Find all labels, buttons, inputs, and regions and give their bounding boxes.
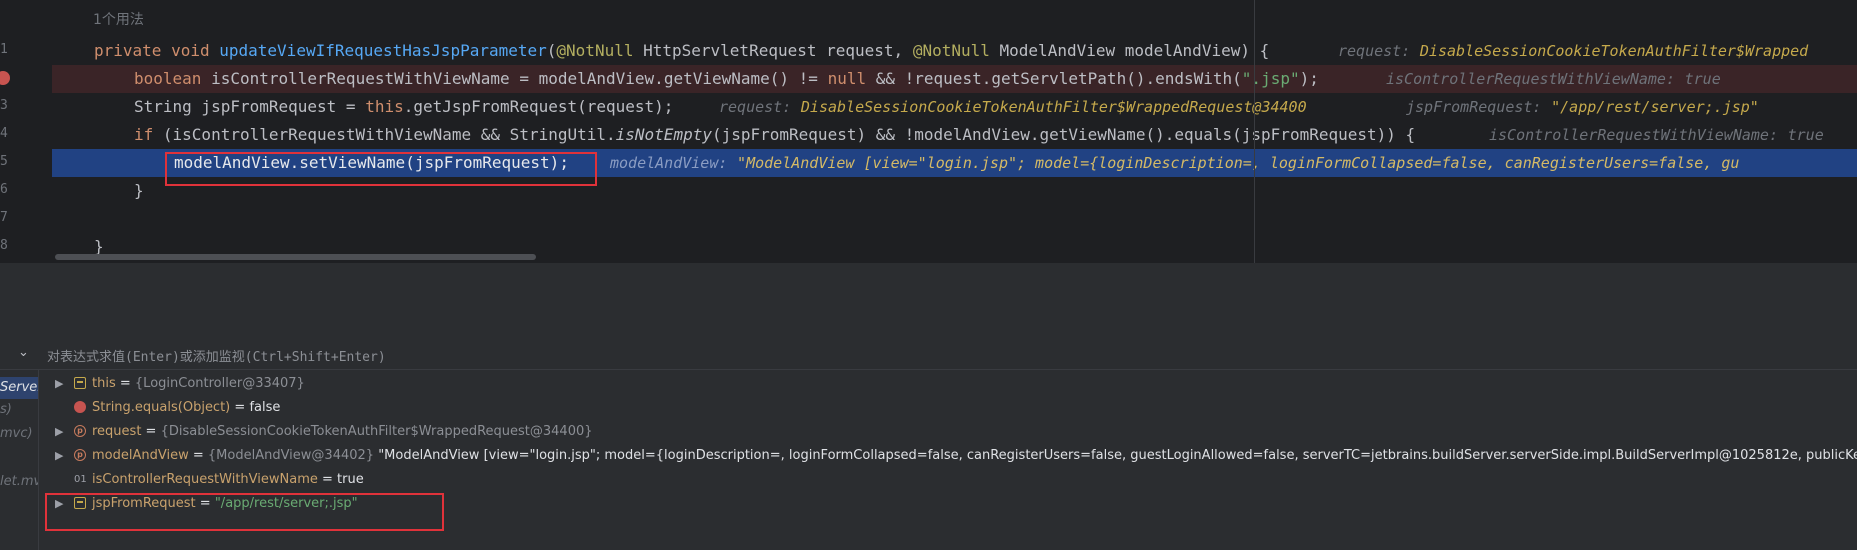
code-text: (isControllerRequestWithViewName && Stri…	[153, 125, 616, 144]
horizontal-scrollbar[interactable]	[55, 254, 536, 260]
code-text: HttpServletRequest request,	[633, 41, 913, 60]
code-text: ModelAndView modelAndView) {	[989, 41, 1270, 60]
line-number: 8	[0, 238, 8, 253]
keyword: if	[134, 125, 154, 144]
usage-hint[interactable]: 1个用法	[93, 9, 144, 29]
method-return-icon	[74, 401, 86, 413]
variable-row-iscontrollerrequestwithviewname[interactable]: 01 isControllerRequestWithViewName = tru…	[39, 468, 1857, 492]
local-variable-icon: 01	[74, 474, 87, 485]
keyword: private	[94, 41, 162, 60]
variable-name: request	[92, 424, 142, 439]
inline-debug-hint-value: true	[1787, 126, 1824, 144]
static-method-call: isNotEmpty	[615, 125, 712, 144]
annotation: @NotNull	[912, 41, 990, 60]
evaluate-expression-bar[interactable]: ⌄ 对表达式求值(Enter)或添加监视(Ctrl+Shift+Enter)	[0, 339, 1857, 370]
code-text: (jspFromRequest) && !modelAndView.getVie…	[711, 125, 1416, 144]
inline-debug-hint-value: true	[1684, 70, 1721, 88]
code-text: isControllerRequestWithViewName = modelA…	[201, 69, 828, 88]
frame-item[interactable]: s)	[0, 402, 12, 417]
breakpoint-icon[interactable]	[0, 71, 10, 85]
variable-name: modelAndView	[92, 448, 189, 463]
frames-list[interactable]: Server s) mvc) let.mv	[0, 370, 39, 550]
field-icon	[74, 377, 86, 389]
keyword: this	[365, 97, 404, 116]
highlight-box	[165, 152, 597, 186]
line-number: 3	[0, 98, 8, 113]
highlight-box	[45, 493, 444, 531]
method-name: updateViewIfRequestHasJspParameter	[219, 41, 547, 60]
variable-name: this	[92, 376, 116, 391]
inline-debug-hint-label: modelAndView:	[610, 154, 728, 172]
code-text: (	[546, 41, 557, 60]
variable-name: String.equals(Object)	[92, 400, 231, 415]
expand-arrow-icon[interactable]: ▶	[55, 420, 63, 444]
editor-gutter[interactable]: 1 3 4 5 6 7 8	[0, 0, 52, 263]
expand-arrow-icon[interactable]: ▶	[55, 444, 63, 468]
frame-item[interactable]: mvc)	[0, 426, 33, 441]
variable-row-method-return[interactable]: String.equals(Object) = false	[39, 396, 1857, 420]
frame-item[interactable]: let.mv	[0, 474, 38, 489]
inline-debug-hint-label: isControllerRequestWithViewName:	[1386, 70, 1675, 88]
inline-debug-hint-value: "/app/rest/server;.jsp"	[1551, 98, 1759, 116]
line-number: 5	[0, 154, 8, 169]
variable-value: true	[337, 472, 364, 487]
variable-equals: =	[115, 376, 135, 391]
keyword: null	[827, 69, 867, 88]
line-number: 7	[0, 210, 8, 225]
debug-toolbar-area	[0, 264, 1857, 339]
code-text: && !request.getServletPath().endsWith(	[866, 69, 1242, 88]
string-literal: ".jsp"	[1241, 69, 1300, 88]
keyword: void	[171, 41, 210, 60]
variable-equals: =	[230, 400, 250, 415]
code-line[interactable]: String jspFromRequest = this.getJspFromR…	[52, 93, 1857, 121]
right-margin-guide	[1254, 0, 1255, 263]
variable-type: {LoginController@33407}	[134, 376, 305, 391]
inline-debug-hint-value: "ModelAndView [view="login.jsp"; model={…	[737, 154, 1740, 172]
inline-debug-hint-value: DisableSessionCookieTokenAuthFilter$Wrap…	[1419, 42, 1809, 60]
variable-type: {DisableSessionCookieTokenAuthFilter$Wra…	[160, 424, 593, 439]
code-text: .getJspFromRequest(request);	[403, 97, 674, 116]
variable-row-this[interactable]: ▶ this = {LoginController@33407}	[39, 372, 1857, 396]
evaluate-expression-input[interactable]: 对表达式求值(Enter)或添加监视(Ctrl+Shift+Enter)	[47, 346, 386, 365]
inline-debug-hint-label: isControllerRequestWithViewName:	[1489, 126, 1778, 144]
code-line[interactable]: private void updateViewIfRequestHasJspPa…	[52, 37, 1857, 65]
inline-debug-hint-value: DisableSessionCookieTokenAuthFilter$Wrap…	[800, 98, 1307, 116]
parameter-icon: p	[74, 425, 86, 437]
variable-equals: =	[317, 472, 338, 487]
expand-arrow-icon[interactable]: ▶	[55, 372, 63, 396]
frame-item[interactable]: Server	[0, 377, 38, 399]
parameter-icon: p	[74, 449, 86, 461]
variable-type: {ModelAndView@34402}	[207, 448, 375, 463]
line-number: 6	[0, 182, 8, 197]
variable-value: "ModelAndView [view="login.jsp"; model={…	[374, 448, 1857, 463]
code-text: );	[1299, 69, 1319, 88]
line-number: 1	[0, 42, 8, 57]
variable-value: false	[249, 400, 281, 415]
variable-equals: =	[141, 424, 161, 439]
inline-debug-hint-label: jspFromRequest:	[1406, 98, 1542, 116]
variable-row-modelandview[interactable]: ▶ p modelAndView = {ModelAndView@34402} …	[39, 444, 1857, 468]
code-text: }	[134, 181, 144, 200]
variable-row-request[interactable]: ▶ p request = {DisableSessionCookieToken…	[39, 420, 1857, 444]
variable-name: isControllerRequestWithViewName	[92, 472, 318, 487]
keyword: boolean	[134, 69, 202, 88]
code-text: String jspFromRequest =	[134, 97, 366, 116]
chevron-down-icon[interactable]: ⌄	[18, 345, 29, 360]
variables-tree[interactable]: ▶ this = {LoginController@33407} String.…	[39, 370, 1857, 550]
variable-equals: =	[188, 448, 208, 463]
annotation: @NotNull	[556, 41, 634, 60]
inline-debug-hint-label: request:	[1338, 42, 1411, 60]
line-number: 4	[0, 126, 8, 141]
code-line[interactable]: if (isControllerRequestWithViewName && S…	[52, 121, 1857, 149]
inline-debug-hint-label: request:	[719, 98, 792, 116]
code-line-breakpoint[interactable]: boolean isControllerRequestWithViewName …	[52, 65, 1857, 93]
code-editor[interactable]: 1 3 4 5 6 7 8 1个用法 private void updateVi…	[0, 0, 1857, 263]
